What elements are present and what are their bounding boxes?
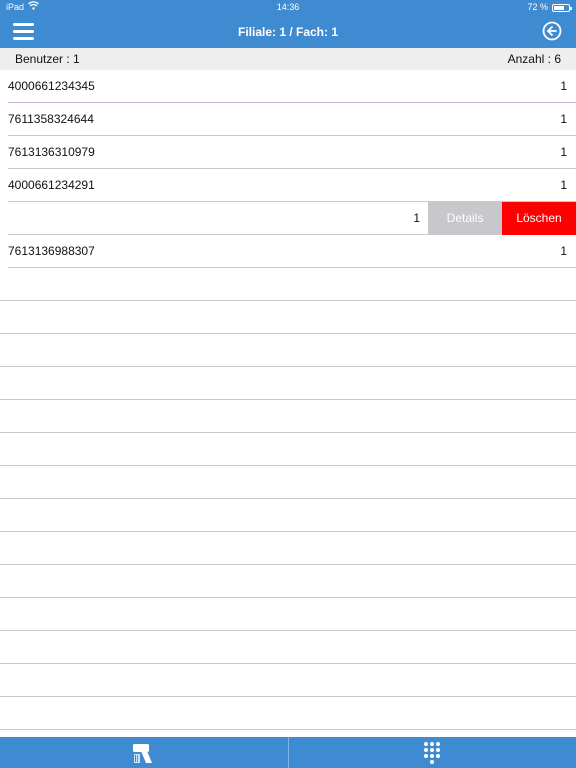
empty-row <box>0 268 576 301</box>
item-code: 7613136988307 <box>8 244 95 258</box>
empty-row <box>0 367 576 400</box>
empty-rows <box>0 268 576 730</box>
empty-row <box>0 664 576 697</box>
status-right: 72 % <box>527 0 572 15</box>
empty-row <box>0 598 576 631</box>
count-label: Anzahl : 6 <box>507 52 561 66</box>
list-item[interactable]: 7613136310979 1 <box>8 136 576 169</box>
item-qty: 1 <box>560 112 567 126</box>
top-bar: iPad 14:36 72 % Filiale: 1 / Fach: 1 <box>0 0 576 48</box>
list-item[interactable]: 4000661234291 1 <box>8 169 576 202</box>
list-item-swiped[interactable]: 1 Details Löschen <box>8 202 576 235</box>
item-code: 7611358324644 <box>8 112 94 126</box>
tab-scanner[interactable] <box>0 737 288 768</box>
list-item[interactable]: 7611358324644 1 <box>8 103 576 136</box>
status-bar: iPad 14:36 72 % <box>0 0 576 15</box>
list-item[interactable]: 7613136988307 1 <box>8 235 576 268</box>
empty-row <box>0 466 576 499</box>
tab-keypad[interactable] <box>287 737 576 768</box>
barcode-scanner-icon <box>132 744 152 763</box>
item-qty: 1 <box>413 211 420 225</box>
item-qty: 1 <box>560 178 567 192</box>
empty-row <box>0 499 576 532</box>
app-screen: iPad 14:36 72 % Filiale: 1 / Fach: 1 Ben… <box>0 0 576 768</box>
item-qty: 1 <box>560 79 567 93</box>
summary-bar: Benutzer : 1 Anzahl : 6 <box>0 48 576 70</box>
battery-percent: 72 % <box>527 2 548 12</box>
back-button[interactable] <box>542 21 562 41</box>
empty-row <box>0 631 576 664</box>
empty-row <box>0 400 576 433</box>
item-list: 4000661234345 1 7611358324644 1 76131363… <box>0 70 576 268</box>
empty-row <box>0 532 576 565</box>
delete-button[interactable]: Löschen <box>502 202 576 235</box>
empty-row <box>0 433 576 466</box>
empty-row <box>0 697 576 730</box>
item-code: 7613136310979 <box>8 145 95 159</box>
status-time: 14:36 <box>276 2 300 12</box>
details-button[interactable]: Details <box>428 202 502 235</box>
page-title: Filiale: 1 / Fach: 1 <box>237 25 339 39</box>
item-qty: 1 <box>560 244 567 258</box>
user-label: Benutzer : 1 <box>15 52 80 66</box>
list-item[interactable]: 4000661234345 1 <box>8 70 576 103</box>
empty-row <box>0 301 576 334</box>
keypad-icon <box>424 742 441 764</box>
item-code: 4000661234291 <box>8 178 95 192</box>
battery-icon <box>552 3 572 12</box>
tab-bar <box>0 737 576 768</box>
back-arrow-circle-icon <box>542 21 562 41</box>
battery-fill <box>554 5 564 10</box>
empty-row <box>0 334 576 367</box>
empty-row <box>0 565 576 598</box>
item-code: 4000661234345 <box>8 79 95 93</box>
item-qty: 1 <box>560 145 567 159</box>
